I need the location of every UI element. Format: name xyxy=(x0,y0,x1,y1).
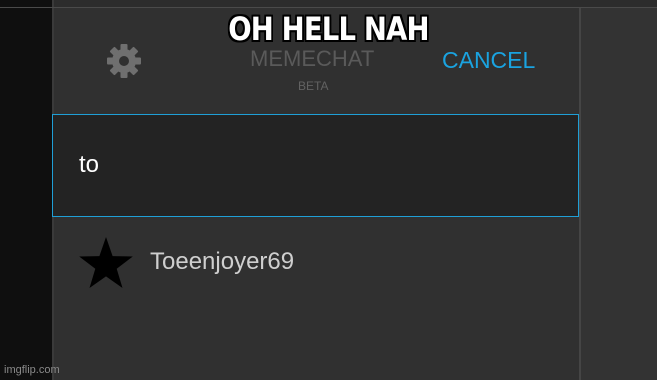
app-subtitle: BETA xyxy=(298,79,329,93)
right-panel xyxy=(579,8,657,380)
search-input[interactable] xyxy=(79,151,549,179)
contact-name: Toeenjoyer69 xyxy=(150,248,295,275)
search-box[interactable] xyxy=(52,114,579,217)
app-title: MEMECHAT xyxy=(250,46,375,71)
cancel-button[interactable]: CANCEL xyxy=(442,47,535,74)
gear-icon[interactable] xyxy=(105,42,143,80)
star-icon xyxy=(79,237,133,288)
list-item[interactable]: Toeenjoyer69 xyxy=(54,220,579,310)
top-divider xyxy=(0,7,657,8)
watermark: imgflip.com xyxy=(4,364,60,376)
left-sidebar xyxy=(0,0,52,380)
